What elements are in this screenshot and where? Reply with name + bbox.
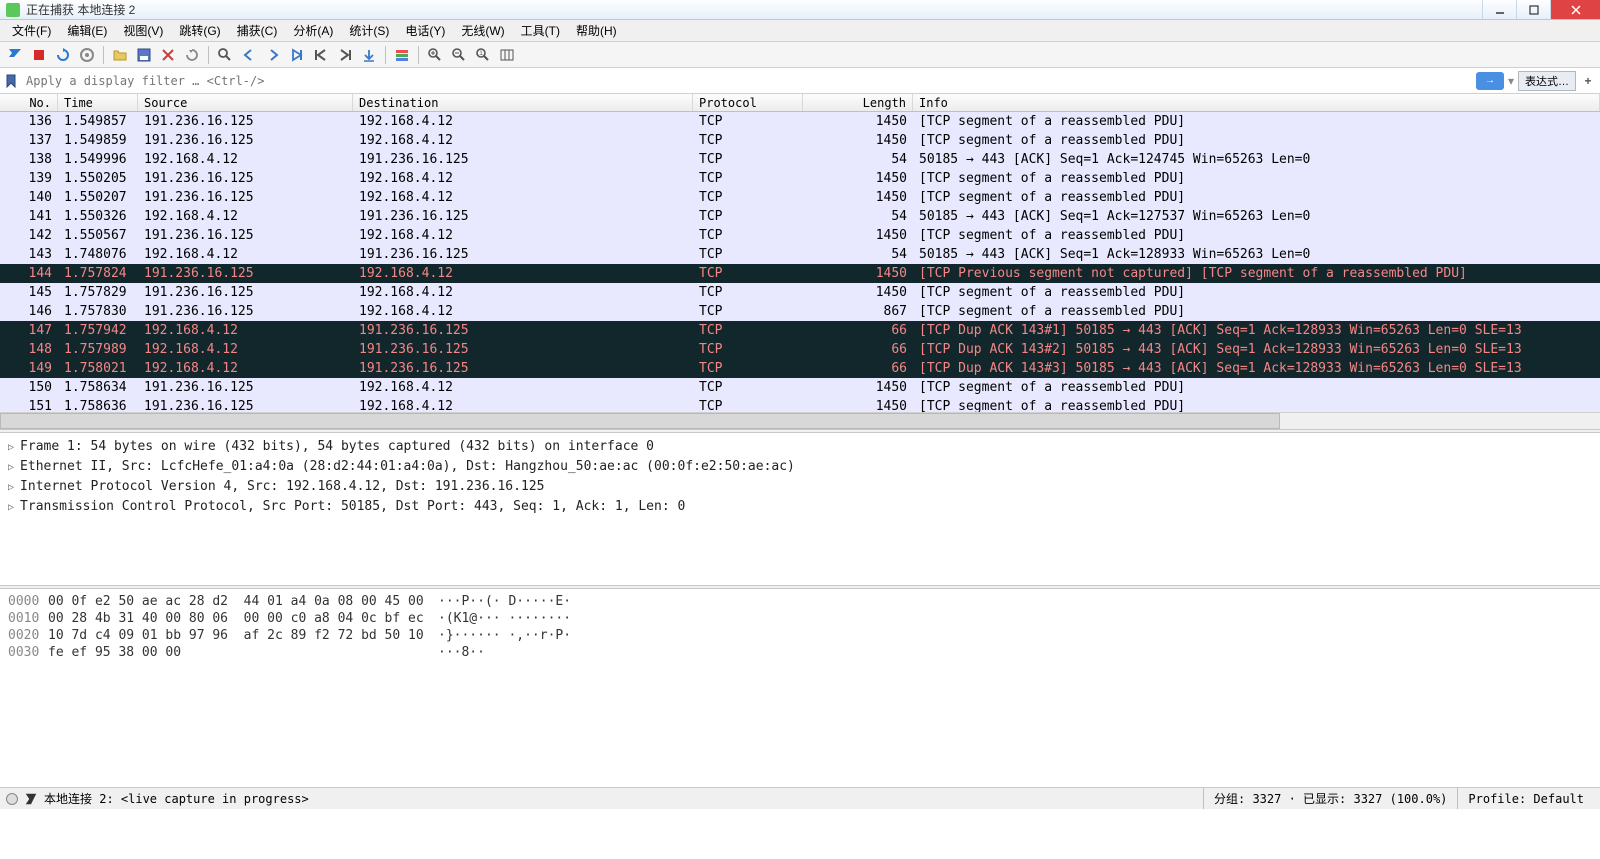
packet-row[interactable]: 1461.757830191.236.16.125192.168.4.12TCP… — [0, 302, 1600, 321]
main-toolbar: 1 — [0, 42, 1600, 68]
zoom-reset-button[interactable]: 1 — [472, 44, 494, 66]
statusbar: 本地连接 2: <live capture in progress> 分组: 3… — [0, 787, 1600, 809]
capture-file-icon — [24, 792, 38, 806]
menu-analyze[interactable]: 分析(A) — [285, 20, 341, 41]
packet-list-body[interactable]: 1361.549857191.236.16.125192.168.4.12TCP… — [0, 112, 1600, 412]
menu-stats[interactable]: 统计(S) — [341, 20, 397, 41]
packet-row[interactable]: 1511.758636191.236.16.125192.168.4.12TCP… — [0, 397, 1600, 412]
packet-row[interactable]: 1441.757824191.236.16.125192.168.4.12TCP… — [0, 264, 1600, 283]
resize-columns-button[interactable] — [496, 44, 518, 66]
window-title: 正在捕获 本地连接 2 — [26, 1, 1482, 18]
close-button[interactable] — [1550, 0, 1600, 19]
go-forward-button[interactable] — [262, 44, 284, 66]
packet-row[interactable]: 1371.549859191.236.16.125192.168.4.12TCP… — [0, 131, 1600, 150]
column-header-time[interactable]: Time — [58, 94, 138, 111]
packet-row[interactable]: 1421.550567191.236.16.125192.168.4.12TCP… — [0, 226, 1600, 245]
menu-view[interactable]: 视图(V) — [115, 20, 171, 41]
packet-details-pane[interactable]: Frame 1: 54 bytes on wire (432 bits), 54… — [0, 433, 1600, 585]
column-header-protocol[interactable]: Protocol — [693, 94, 803, 111]
menu-capture[interactable]: 捕获(C) — [229, 20, 286, 41]
packet-row[interactable]: 1471.757942192.168.4.12191.236.16.125TCP… — [0, 321, 1600, 340]
packet-row[interactable]: 1401.550207191.236.16.125192.168.4.12TCP… — [0, 188, 1600, 207]
packet-row[interactable]: 1491.758021192.168.4.12191.236.16.125TCP… — [0, 359, 1600, 378]
stop-capture-button[interactable] — [28, 44, 50, 66]
filter-bookmark-icon[interactable] — [4, 72, 18, 90]
reload-button[interactable] — [181, 44, 203, 66]
column-header-source[interactable]: Source — [138, 94, 353, 111]
status-capture-text: 本地连接 2: <live capture in progress> — [44, 790, 309, 807]
start-capture-button[interactable] — [4, 44, 26, 66]
go-back-button[interactable] — [238, 44, 260, 66]
packet-row[interactable]: 1381.549996192.168.4.12191.236.16.125TCP… — [0, 150, 1600, 169]
packet-list-pane: No. Time Source Destination Protocol Len… — [0, 94, 1600, 429]
find-packet-button[interactable] — [214, 44, 236, 66]
add-filter-button[interactable]: + — [1580, 74, 1596, 88]
packet-row[interactable]: 1391.550205191.236.16.125192.168.4.12TCP… — [0, 169, 1600, 188]
menu-wireless[interactable]: 无线(W) — [453, 20, 512, 41]
packet-row[interactable]: 1481.757989192.168.4.12191.236.16.125TCP… — [0, 340, 1600, 359]
details-tree-item[interactable]: Frame 1: 54 bytes on wire (432 bits), 54… — [8, 437, 1592, 457]
filter-apply-button[interactable]: → — [1476, 72, 1504, 90]
window-titlebar: 正在捕获 本地连接 2 — [0, 0, 1600, 20]
column-header-info[interactable]: Info — [913, 94, 1600, 111]
menu-edit[interactable]: 编辑(E) — [59, 20, 115, 41]
display-filter-input[interactable] — [22, 71, 1472, 91]
zoom-in-button[interactable] — [424, 44, 446, 66]
packet-bytes-pane[interactable]: 000000 0f e2 50 ae ac 28 d2 44 01 a4 0a … — [0, 589, 1600, 787]
details-tree-item[interactable]: Internet Protocol Version 4, Src: 192.16… — [8, 477, 1592, 497]
packet-row[interactable]: 1451.757829191.236.16.125192.168.4.12TCP… — [0, 283, 1600, 302]
details-tree-item[interactable]: Ethernet II, Src: LcfcHefe_01:a4:0a (28:… — [8, 457, 1592, 477]
column-header-length[interactable]: Length — [803, 94, 913, 111]
packet-row[interactable]: 1501.758634191.236.16.125192.168.4.12TCP… — [0, 378, 1600, 397]
menu-telephony[interactable]: 电话(Y) — [397, 20, 453, 41]
goto-first-button[interactable] — [310, 44, 332, 66]
packet-row[interactable]: 1411.550326192.168.4.12191.236.16.125TCP… — [0, 207, 1600, 226]
status-profile[interactable]: Profile: Default — [1457, 788, 1594, 809]
menu-tools[interactable]: 工具(T) — [513, 20, 568, 41]
expert-info-led-icon[interactable] — [6, 793, 18, 805]
menu-goto[interactable]: 跳转(G) — [171, 20, 228, 41]
status-packets: 分组: 3327 · 已显示: 3327 (100.0%) — [1203, 788, 1457, 809]
filter-dropdown-icon[interactable]: ▾ — [1508, 74, 1514, 88]
save-file-button[interactable] — [133, 44, 155, 66]
column-header-destination[interactable]: Destination — [353, 94, 693, 111]
menubar: 文件(F) 编辑(E) 视图(V) 跳转(G) 捕获(C) 分析(A) 统计(S… — [0, 20, 1600, 42]
column-header-no[interactable]: No. — [0, 94, 58, 111]
goto-last-button[interactable] — [334, 44, 356, 66]
packet-row[interactable]: 1361.549857191.236.16.125192.168.4.12TCP… — [0, 112, 1600, 131]
app-icon — [6, 3, 20, 17]
hex-row[interactable]: 0030fe ef 95 38 00 00···8·· — [8, 644, 1592, 661]
hex-row[interactable]: 000000 0f e2 50 ae ac 28 d2 44 01 a4 0a … — [8, 593, 1592, 610]
packet-row[interactable]: 1431.748076192.168.4.12191.236.16.125TCP… — [0, 245, 1600, 264]
display-filter-bar: → ▾ 表达式… + — [0, 68, 1600, 94]
zoom-out-button[interactable] — [448, 44, 470, 66]
hex-row[interactable]: 002010 7d c4 09 01 bb 97 96 af 2c 89 f2 … — [8, 627, 1592, 644]
details-tree-item[interactable]: Transmission Control Protocol, Src Port:… — [8, 497, 1592, 517]
hex-row[interactable]: 001000 28 4b 31 40 00 80 06 00 00 c0 a8 … — [8, 610, 1592, 627]
expression-button[interactable]: 表达式… — [1518, 71, 1576, 91]
close-file-button[interactable] — [157, 44, 179, 66]
maximize-button[interactable] — [1516, 0, 1550, 19]
open-file-button[interactable] — [109, 44, 131, 66]
horizontal-scrollbar[interactable] — [0, 412, 1600, 429]
restart-capture-button[interactable] — [52, 44, 74, 66]
menu-help[interactable]: 帮助(H) — [568, 20, 625, 41]
autoscroll-button[interactable] — [358, 44, 380, 66]
minimize-button[interactable] — [1482, 0, 1516, 19]
capture-options-button[interactable] — [76, 44, 98, 66]
goto-packet-button[interactable] — [286, 44, 308, 66]
packet-list-header: No. Time Source Destination Protocol Len… — [0, 94, 1600, 112]
menu-file[interactable]: 文件(F) — [4, 20, 59, 41]
colorize-button[interactable] — [391, 44, 413, 66]
